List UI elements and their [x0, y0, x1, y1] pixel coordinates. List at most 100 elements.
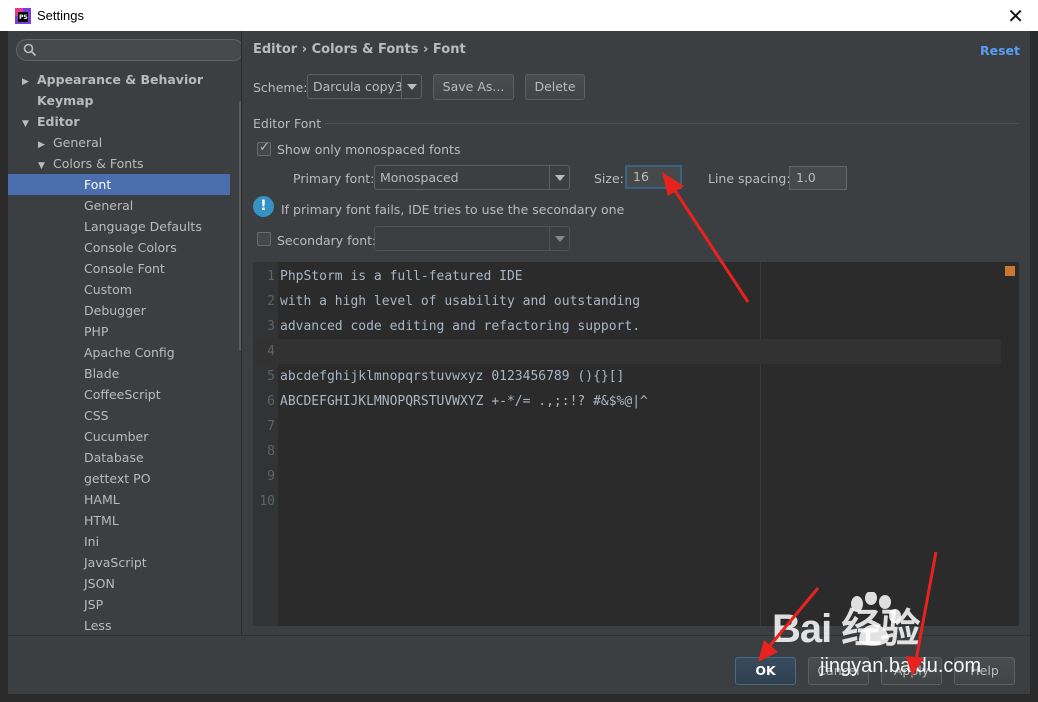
tree-item[interactable]: JSP: [8, 594, 230, 615]
tree-scrollbar[interactable]: [239, 101, 241, 351]
tree-item[interactable]: Font: [8, 174, 230, 195]
preview-line: 8: [253, 439, 1001, 464]
tree-item[interactable]: Custom: [8, 279, 230, 300]
mono-only-label: Show only monospaced fonts: [277, 142, 461, 157]
tree-item[interactable]: ▼ Colors & Fonts: [8, 153, 230, 174]
preview-line: 10: [253, 489, 1001, 514]
tree-item[interactable]: Language Defaults: [8, 216, 230, 237]
scheme-select[interactable]: Darcula copy3: [307, 74, 422, 99]
line-number: 7: [267, 419, 275, 434]
tree-item-label: Cucumber: [84, 429, 149, 444]
font-preview-editor[interactable]: 1 PhpStorm is a full-featured IDE 2 with a …: [253, 262, 1019, 626]
mono-only-checkbox[interactable]: [257, 140, 271, 156]
tree-item[interactable]: Less: [8, 615, 230, 635]
section-divider: [325, 123, 1018, 124]
tree-item-label: PHP: [84, 324, 109, 339]
line-spacing-field[interactable]: 1.0: [789, 166, 847, 190]
tree-item[interactable]: HTML: [8, 510, 230, 531]
breadcrumb: Editor › Colors & Fonts › Font: [253, 42, 466, 57]
secondary-font-label: Secondary font:: [277, 233, 377, 248]
preview-line: 4: [253, 339, 1001, 364]
tree-item-label: Console Colors: [84, 240, 177, 255]
chevron-down-icon: [401, 75, 421, 98]
info-icon: !: [253, 196, 274, 217]
tree-item-label: Ini: [84, 534, 100, 549]
size-field[interactable]: 16: [625, 165, 682, 189]
tree-item-label: General: [53, 135, 103, 150]
delete-button[interactable]: Delete: [525, 74, 585, 100]
tree-item-label: Less: [84, 618, 112, 633]
editor-font-section-title: Editor Font: [253, 116, 322, 131]
tree-item[interactable]: ▶ General: [8, 132, 230, 153]
line-number: 4: [267, 344, 275, 359]
tree-item[interactable]: Debugger: [8, 300, 230, 321]
tree-item[interactable]: Console Colors: [8, 237, 230, 258]
secondary-font-checkbox[interactable]: [257, 232, 271, 246]
tree-item[interactable]: PHP: [8, 321, 230, 342]
reset-link[interactable]: Reset: [980, 43, 1020, 58]
settings-tree: ▶ Appearance & Behavior Keymap ▼ Editor ▶ Gene…: [8, 69, 230, 635]
tree-item[interactable]: ▶ Appearance & Behavior: [8, 69, 230, 90]
line-number: 9: [267, 469, 275, 484]
line-number: 5: [267, 369, 275, 384]
svg-text:PS: PS: [19, 14, 28, 21]
tree-item[interactable]: CSS: [8, 405, 230, 426]
tree-item-label: HTML: [84, 513, 119, 528]
tree-item-label: CoffeeScript: [84, 387, 161, 402]
save-as-button[interactable]: Save As...: [433, 74, 514, 100]
phpstorm-app-icon: PS: [15, 8, 31, 24]
font-settings-panel: Editor › Colors & Fonts › Font Reset Sch…: [243, 31, 1030, 635]
size-label: Size:: [594, 171, 624, 186]
preview-line: 3 advanced code editing and refactoring s…: [253, 314, 1001, 339]
preview-line: 2 with a high level of usability and outs…: [253, 289, 1001, 314]
preview-line: 9: [253, 464, 1001, 489]
tree-item-label: Apache Config: [84, 345, 175, 360]
tree-item[interactable]: JSON: [8, 573, 230, 594]
tree-item[interactable]: CoffeeScript: [8, 384, 230, 405]
tree-item-label: Colors & Fonts: [53, 156, 144, 171]
window-title: Settings: [37, 8, 84, 23]
line-number: 6: [267, 394, 275, 409]
tree-item-label: Font: [84, 177, 112, 192]
tree-item-label: Editor: [37, 114, 80, 129]
error-stripe-marker[interactable]: [1005, 266, 1015, 276]
tree-item[interactable]: Console Font: [8, 258, 230, 279]
tree-item-label: Database: [84, 450, 144, 465]
tree-item[interactable]: General: [8, 195, 230, 216]
line-number: 10: [259, 494, 275, 509]
watermark-url: jingyan.baidu.com: [820, 655, 982, 677]
tree-item[interactable]: JavaScript: [8, 552, 230, 573]
close-icon[interactable]: ✕: [1007, 4, 1024, 28]
preview-line: 5 abcdefghijklmnopqrstuvwxyz 0123456789 (…: [253, 364, 1001, 389]
line-text: with a high level of usability and outst…: [280, 294, 641, 309]
tree-item[interactable]: Blade: [8, 363, 230, 384]
primary-font-select[interactable]: Monospaced: [374, 165, 570, 190]
tree-item[interactable]: Database: [8, 447, 230, 468]
tree-item-label: Appearance & Behavior: [37, 72, 203, 87]
tree-item-label: JSP: [84, 597, 104, 612]
tree-item-label: Custom: [84, 282, 132, 297]
tree-item-label: CSS: [84, 408, 109, 423]
tree-item-label: JavaScript: [84, 555, 147, 570]
tree-item-label: General: [84, 198, 134, 213]
chevron-down-icon: [549, 166, 569, 189]
tree-item[interactable]: Keymap: [8, 90, 230, 111]
tree-item[interactable]: Cucumber: [8, 426, 230, 447]
search-input[interactable]: [16, 39, 241, 61]
info-text: If primary font fails, IDE tries to use …: [281, 202, 625, 217]
line-spacing-label: Line spacing:: [708, 171, 791, 186]
line-number: 8: [267, 444, 275, 459]
tree-item[interactable]: gettext PO: [8, 468, 230, 489]
tree-item[interactable]: Apache Config: [8, 342, 230, 363]
secondary-font-select[interactable]: [374, 226, 570, 251]
tree-item-label: HAML: [84, 492, 120, 507]
tree-item[interactable]: HAML: [8, 489, 230, 510]
tree-item-label: Language Defaults: [84, 219, 202, 234]
tree-item[interactable]: Ini: [8, 531, 230, 552]
scheme-label: Scheme:: [253, 80, 308, 95]
ok-button[interactable]: OK: [735, 657, 796, 685]
tree-item[interactable]: ▼ Editor: [8, 111, 230, 132]
tree-item-label: Blade: [84, 366, 120, 381]
line-text: advanced code editing and refactoring su…: [280, 319, 641, 334]
tree-item-label: Debugger: [84, 303, 146, 318]
